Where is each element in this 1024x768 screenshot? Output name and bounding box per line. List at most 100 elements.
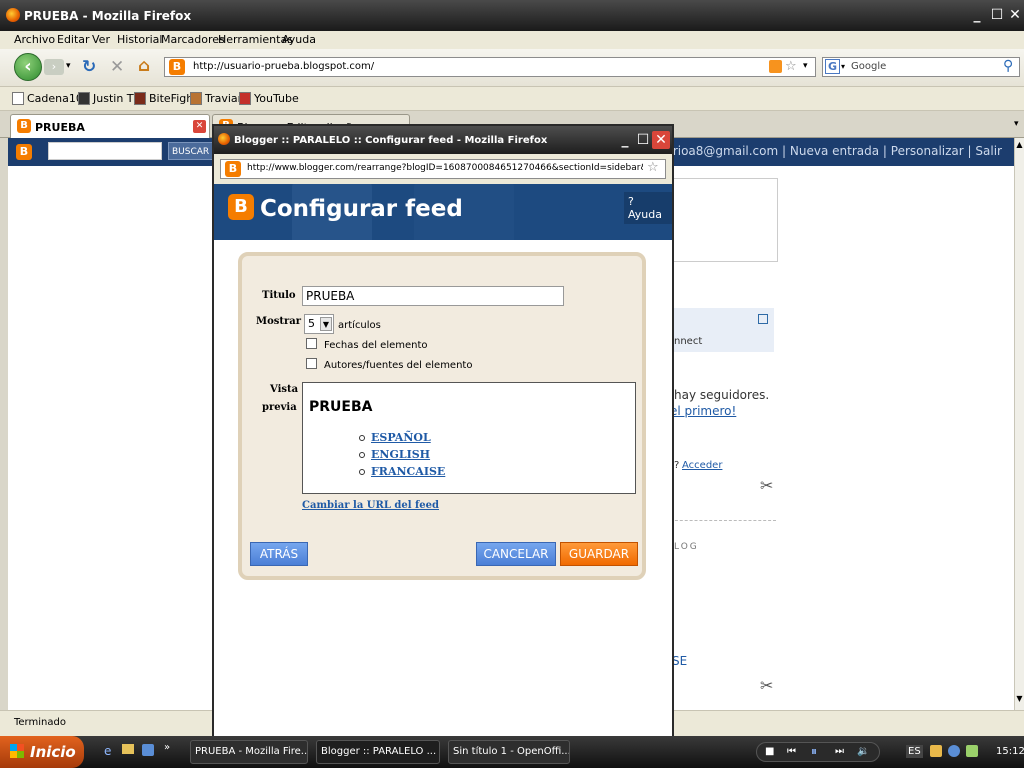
taskbar-item-label: PRUEBA - Mozilla Fire... — [195, 746, 308, 757]
menu-editar[interactable]: Editar — [57, 33, 90, 46]
quicklaunch-folder-icon[interactable] — [122, 744, 134, 754]
bookmark-travian[interactable]: Travian — [190, 92, 245, 105]
blog-search-input[interactable] — [48, 142, 162, 160]
clock: 15:12 — [996, 746, 1024, 757]
preview-item-english[interactable]: ENGLISH — [371, 448, 430, 461]
new-post-link[interactable]: Nueva entrada — [790, 144, 879, 158]
page-icon — [12, 92, 24, 105]
chevron-down-icon[interactable]: ▼ — [320, 317, 332, 331]
save-button[interactable]: GUARDAR — [560, 542, 638, 566]
popup-title: Blogger :: PARALELO :: Configurar feed -… — [234, 135, 548, 146]
reload-icon[interactable]: ↻ — [82, 57, 96, 77]
bullet-icon — [359, 469, 365, 475]
authors-checkbox[interactable] — [306, 358, 317, 369]
link-separator: | — [882, 144, 887, 158]
menu-historial[interactable]: Historial — [117, 33, 162, 46]
popup-close-button[interactable]: ✕ — [652, 131, 670, 149]
quicklaunch-more-icon[interactable]: » — [164, 742, 170, 753]
windows-taskbar: Inicio e » PRUEBA - Mozilla Fire... Blog… — [0, 736, 1024, 768]
language-indicator[interactable]: ES — [906, 745, 923, 758]
home-icon[interactable]: ⌂ — [138, 56, 150, 76]
bookmark-star-icon[interactable]: ☆ — [785, 59, 797, 74]
link-separator: | — [782, 144, 787, 158]
minimize-button[interactable]: _ — [968, 6, 986, 24]
tray-network-icon[interactable] — [948, 745, 960, 757]
media-stop-icon[interactable]: ■ — [765, 746, 774, 757]
menu-bar: Archivo Editar Ver Historial Marcadores … — [0, 31, 1024, 49]
login-question: ? — [674, 460, 680, 471]
close-button[interactable]: ✕ — [1006, 6, 1024, 24]
rss-icon[interactable] — [769, 60, 782, 73]
forward-button[interactable]: › — [44, 59, 64, 75]
tray-shield-icon[interactable] — [930, 745, 942, 757]
taskbar-item-blogger[interactable]: Blogger :: PARALELO ... — [316, 740, 440, 764]
edit-widget-icon[interactable]: ✂ — [760, 676, 773, 695]
url-dropdown-icon[interactable]: ▾ — [803, 61, 808, 71]
stop-icon[interactable]: ✕ — [110, 57, 124, 77]
menu-archivo[interactable]: Archivo — [14, 33, 55, 46]
customize-link[interactable]: Personalizar — [891, 144, 964, 158]
divider — [670, 520, 776, 521]
bookmark-youtube[interactable]: YouTube — [239, 92, 299, 105]
justintv-icon — [78, 92, 90, 105]
blogger-logo-icon[interactable]: B — [16, 144, 32, 160]
cancel-button[interactable]: CANCELAR — [476, 542, 556, 566]
edit-widget-icon[interactable]: ✂ — [760, 476, 773, 495]
followers-text: hay seguidores. — [674, 388, 770, 402]
quicklaunch-ie-icon[interactable]: e — [104, 744, 111, 758]
google-engine-icon[interactable]: G — [825, 59, 840, 74]
dates-checkbox[interactable] — [306, 338, 317, 349]
popout-icon[interactable] — [758, 314, 768, 324]
engine-dropdown-icon[interactable]: ▾ — [841, 62, 845, 71]
taskbar-item-openoffice[interactable]: Sin título 1 - OpenOffi... — [448, 740, 570, 764]
logout-link[interactable]: Salir — [975, 144, 1002, 158]
show-label: Mostrar — [256, 316, 302, 327]
menu-ayuda[interactable]: Ayuda — [282, 33, 316, 46]
search-icon[interactable]: ⚲ — [1003, 58, 1013, 74]
start-button[interactable]: Inicio — [0, 736, 84, 768]
popup-url-bar[interactable]: B http://www.blogger.com/rearrange?blogI… — [220, 159, 666, 179]
history-dropdown-icon[interactable]: ▾ — [66, 61, 71, 71]
change-feed-url-link[interactable]: Cambiar la URL del feed — [302, 500, 439, 511]
blog-search-button[interactable]: BUSCAR BLOG — [168, 142, 218, 160]
maximize-button[interactable]: ☐ — [988, 6, 1006, 24]
tab-close-icon[interactable]: ✕ — [193, 120, 206, 133]
quicklaunch-desktop-icon[interactable] — [142, 744, 154, 756]
login-link[interactable]: Acceder — [682, 460, 722, 471]
tab-list-icon[interactable]: ▾ — [1014, 119, 1019, 129]
menu-ver[interactable]: Ver — [92, 33, 110, 46]
firefox-icon — [218, 133, 230, 145]
bookmarks-toolbar: Cadena100 Justin TV BiteFight Travian Yo… — [0, 87, 1024, 111]
taskbar-item-label: Blogger :: PARALELO ... — [321, 746, 437, 757]
scroll-up-icon[interactable]: ▲ — [1015, 140, 1024, 152]
media-next-icon[interactable]: ⏭ — [835, 746, 844, 757]
media-previous-icon[interactable]: ⏮ — [787, 746, 796, 757]
preview-label: Vista — [270, 384, 299, 395]
feed-header: B Configurar feed ? Ayuda — [214, 184, 672, 240]
search-input[interactable]: G ▾ Google ⚲ — [822, 57, 1020, 77]
media-pause-icon[interactable]: ⏸ — [811, 744, 817, 759]
media-player-controls[interactable]: ■ ⏮ ⏸ ⏭ 🔉 — [756, 742, 880, 762]
tray-monitor-icon[interactable] — [966, 745, 978, 757]
popup-maximize-button[interactable]: ☐ — [634, 131, 652, 149]
help-link[interactable]: ? Ayuda — [624, 192, 672, 224]
vertical-scrollbar[interactable]: ▲ ▼ — [1014, 138, 1024, 713]
url-bar[interactable]: B http://usuario-prueba.blogspot.com/ ☆ … — [164, 57, 816, 77]
tab-prueba[interactable]: B PRUEBA ✕ — [10, 114, 210, 138]
bookmark-star-icon[interactable]: ☆ — [647, 160, 659, 175]
firefox-icon — [6, 8, 20, 22]
back-button[interactable]: ATRÁS — [250, 542, 308, 566]
scroll-down-icon[interactable]: ▼ — [1015, 694, 1024, 706]
preview-item-espanol[interactable]: ESPAÑOL — [371, 431, 431, 444]
follow-link[interactable]: el primero! — [670, 404, 736, 418]
menu-marcadores[interactable]: Marcadores — [161, 33, 225, 46]
taskbar-item-prueba[interactable]: PRUEBA - Mozilla Fire... — [190, 740, 308, 764]
preview-item-francaise[interactable]: FRANCAISE — [371, 465, 445, 478]
popup-minimize-button[interactable]: _ — [616, 131, 634, 149]
back-button[interactable]: ‹ — [14, 53, 42, 81]
bookmark-justin-tv[interactable]: Justin TV — [78, 92, 141, 105]
media-volume-icon[interactable]: 🔉 — [857, 746, 869, 757]
title-input[interactable]: PRUEBA — [302, 286, 564, 306]
bookmark-bitefight[interactable]: BiteFight — [134, 92, 198, 105]
show-count-select[interactable]: 5 ▼ — [304, 314, 334, 334]
